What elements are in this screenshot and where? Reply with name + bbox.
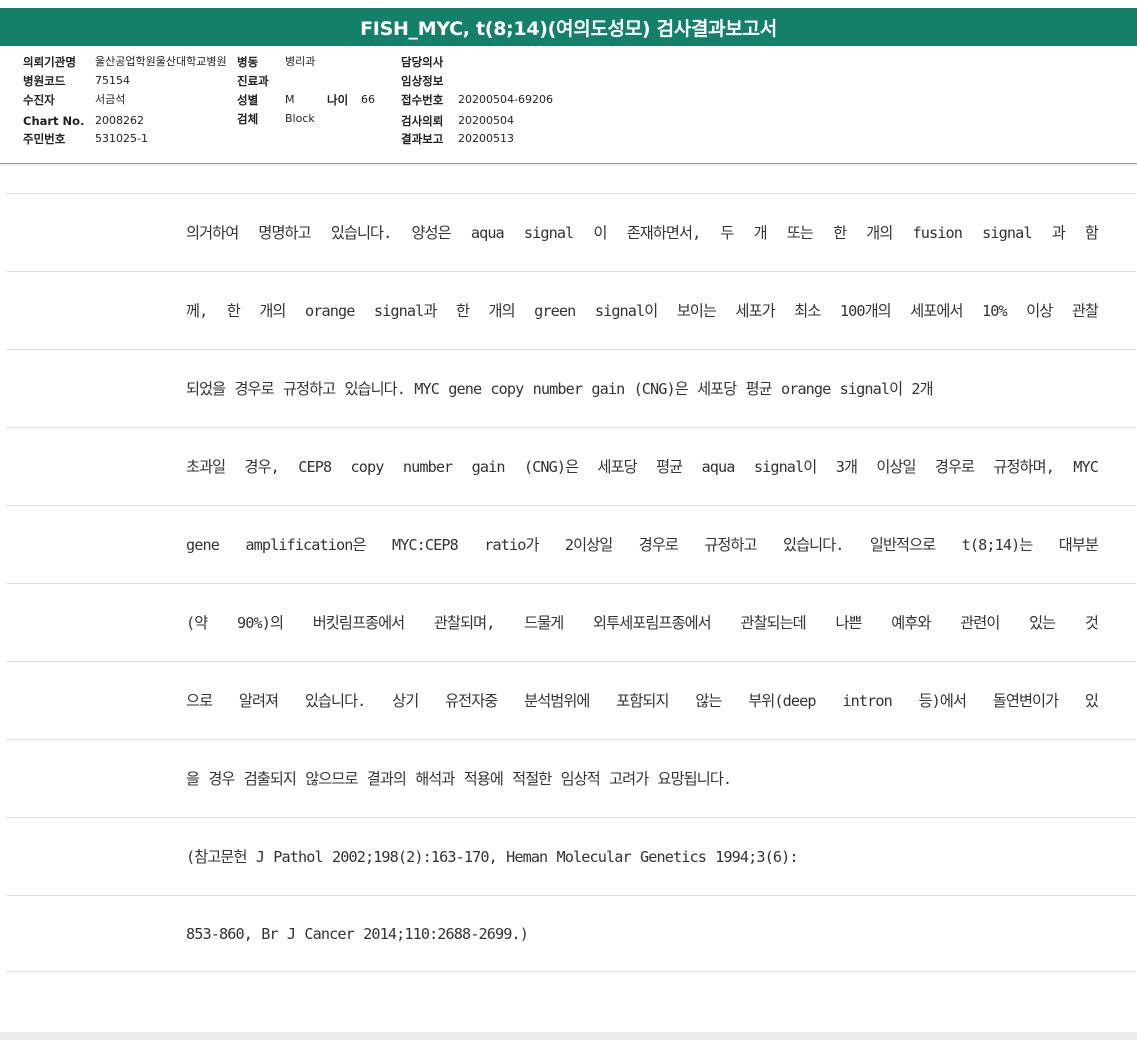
footer-bar (0, 1032, 1137, 1040)
patient-label: 수진자 (23, 93, 55, 107)
report-date-label: 결과보고 (401, 132, 444, 146)
report-body: 의거하여 명명하고 있습니다. 양성은 aqua signal 이 존재하면서,… (0, 165, 1137, 1033)
report-date-value: 20200513 (458, 132, 514, 145)
report-line: 께, 한 개의 orange signal과 한 개의 green signal… (186, 302, 1099, 320)
doctor-label: 담당의사 (401, 55, 444, 69)
institution-value: 울산공업학원울산대학교병원 (95, 55, 227, 68)
resident-no-label: 주민번호 (23, 132, 66, 146)
ward-label: 병동 (237, 55, 259, 69)
resident-no-value: 531025-1 (95, 132, 148, 145)
department-label: 진료과 (237, 74, 269, 88)
patient-info-header: 의뢰기관명 울산공업학원울산대학교병원 병동 병리과 병원코드 75154 수진… (0, 46, 1137, 164)
report-line: 의거하여 명명하고 있습니다. 양성은 aqua signal 이 존재하면서,… (186, 224, 1099, 242)
sex-value: M (285, 93, 295, 106)
report-line: 을 경우 검출되지 않으므로 결과의 해석과 적용에 적절한 임상적 고려가 요… (186, 770, 732, 788)
report-line: (약 90%)의 버킷림프종에서 관찰되며, 드물게 외투세포림프종에서 관찰되… (186, 614, 1099, 632)
request-date-label: 검사의뢰 (401, 114, 444, 128)
report-line: 초과일 경우, CEP8 copy number gain (CNG)은 세포당… (186, 458, 1099, 476)
row-divider (6, 971, 1136, 972)
report-line: 되었을 경우로 규정하고 있습니다. MYC gene copy number … (186, 380, 934, 398)
report-line: (참고문헌 J Pathol 2002;198(2):163-170, Hema… (186, 848, 799, 866)
report-line: gene amplification은 MYC:CEP8 ratio가 2이상일… (186, 536, 1099, 554)
receipt-no-value: 20200504-69206 (458, 93, 553, 106)
hospital-code-value: 75154 (95, 74, 130, 87)
receipt-no-label: 접수번호 (401, 93, 444, 107)
clinical-info-label: 임상정보 (401, 74, 444, 88)
specimen-value: Block (285, 112, 315, 125)
hospital-code-label: 병원코드 (23, 74, 66, 88)
report-line: 으로 알려져 있습니다. 상기 유전자중 분석범위에 포함되지 않는 부위(de… (186, 692, 1099, 710)
chart-no-label: Chart No. (23, 114, 85, 128)
ward-value: 병리과 (285, 55, 316, 68)
sex-label: 성별 (237, 93, 259, 107)
request-date-value: 20200504 (458, 114, 514, 127)
report-title: FISH_MYC, t(8;14)(여의도성모) 검사결과보고서 (0, 8, 1137, 46)
patient-value: 서금석 (95, 93, 126, 106)
specimen-label: 검체 (237, 112, 259, 126)
age-label: 나이 (327, 93, 349, 107)
institution-label: 의뢰기관명 (23, 55, 76, 69)
chart-no-value: 2008262 (95, 114, 144, 127)
age-value: 66 (361, 93, 375, 106)
report-line: 853-860, Br J Cancer 2014;110:2688-2699.… (186, 925, 529, 943)
